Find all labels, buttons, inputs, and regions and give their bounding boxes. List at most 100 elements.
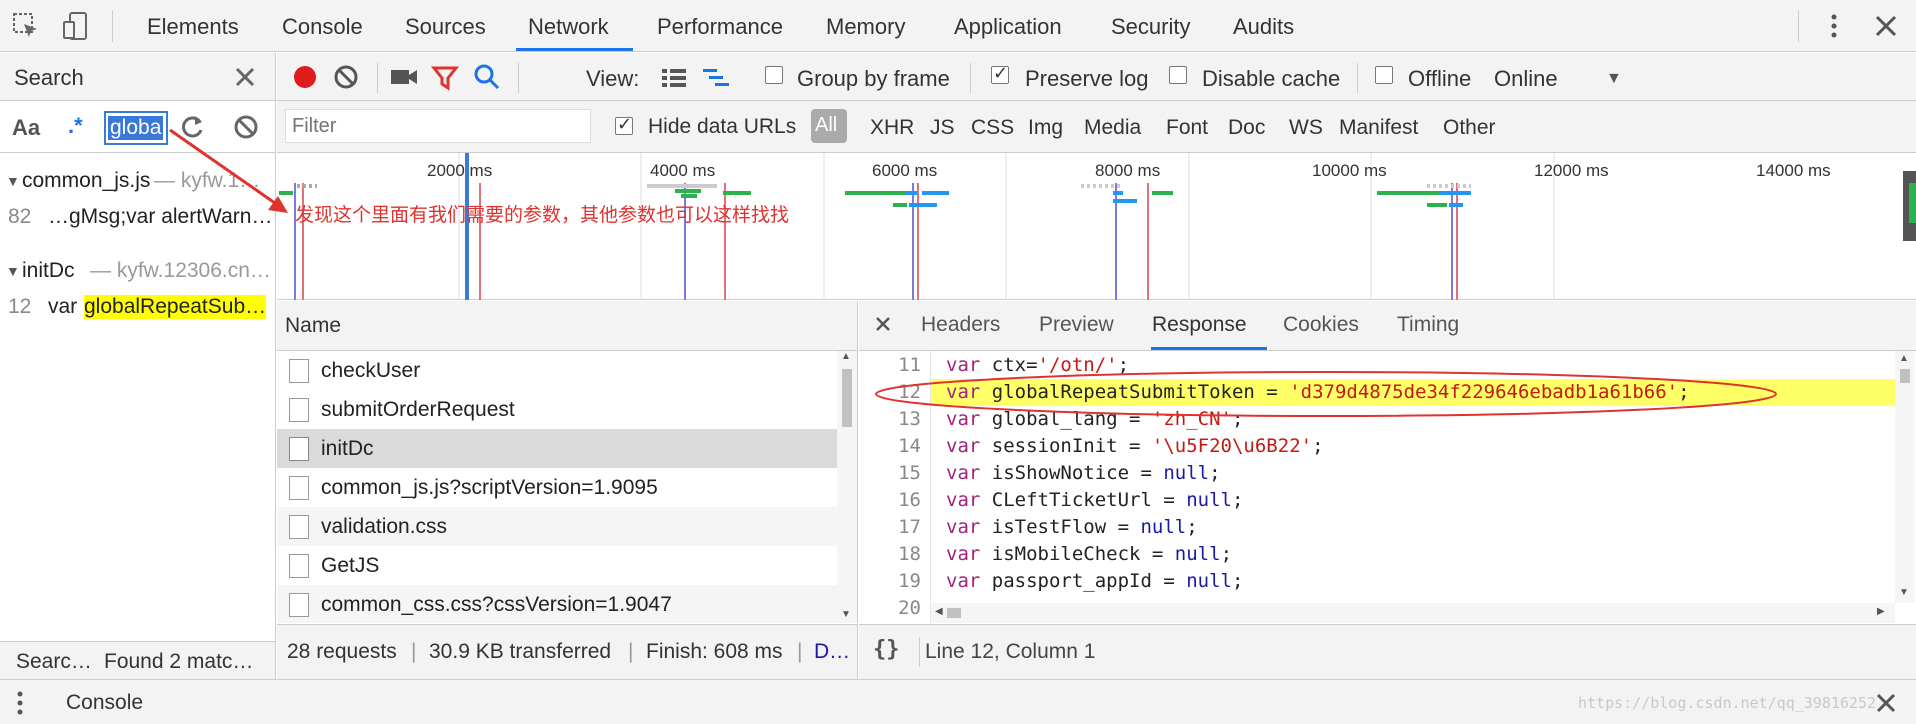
disable-cache-checkbox[interactable]	[1169, 66, 1187, 84]
expand-triangle-icon[interactable]: ▼	[6, 173, 20, 189]
code-terminator: ;	[1312, 435, 1324, 457]
search-result-line[interactable]: 82 …gMsg;var alertWarn…	[0, 205, 276, 235]
search-icon[interactable]	[473, 63, 501, 91]
search-result-file[interactable]: ▼ common_js.js — kyfw.1…	[0, 169, 276, 199]
timeline-tick: 6000 ms	[872, 161, 938, 180]
filter-type-all[interactable]: All	[811, 109, 847, 143]
preserve-log-checkbox[interactable]	[991, 63, 1009, 84]
devtools-tab-bar: Elements Console Sources Network Perform…	[0, 0, 1916, 52]
request-row[interactable]: checkUser	[277, 351, 837, 390]
clear-search-icon[interactable]	[232, 113, 260, 141]
large-rows-icon[interactable]	[660, 65, 688, 91]
match-case-button[interactable]: Aa	[12, 115, 40, 141]
code-text: var globalRepeatSubmitToken = 'd379d4875…	[946, 381, 1690, 403]
tab-application[interactable]: Application	[954, 14, 1062, 40]
hide-data-urls-checkbox[interactable]	[615, 114, 633, 135]
capture-screenshots-icon[interactable]	[389, 64, 419, 90]
group-by-frame-checkbox[interactable]	[765, 66, 783, 84]
request-list-scrollbar[interactable]: ▲ ▼	[837, 351, 857, 623]
tab-timing[interactable]: Timing	[1397, 313, 1459, 337]
tab-sources[interactable]: Sources	[405, 14, 486, 40]
filter-icon[interactable]	[431, 64, 459, 92]
request-row[interactable]: common_js.js?scriptVersion=1.9095	[277, 468, 837, 507]
scrollbar-thumb[interactable]	[842, 369, 852, 427]
horizontal-scrollbar[interactable]: ◀ ▶	[931, 603, 1895, 623]
scroll-up-arrow-icon[interactable]: ▲	[1899, 353, 1909, 364]
code-line: 15 var isShowNotice = null;	[859, 460, 1899, 487]
drawer-tab-console[interactable]: Console	[66, 691, 143, 715]
filter-input[interactable]	[285, 109, 591, 143]
code-keyword: var	[946, 462, 981, 484]
scroll-down-arrow-icon[interactable]: ▼	[1899, 587, 1909, 598]
search-footer-label: Searc…	[16, 650, 92, 673]
close-drawer-icon[interactable]	[1874, 691, 1898, 715]
request-row-selected[interactable]: initDc	[277, 429, 837, 468]
throttling-dropdown-icon[interactable]: ▼	[1606, 70, 1622, 88]
refresh-search-icon[interactable]	[178, 113, 206, 141]
scroll-right-arrow-icon[interactable]: ▶	[1877, 606, 1885, 617]
waterfall-overview-icon[interactable]	[701, 65, 731, 91]
clear-icon[interactable]	[332, 63, 360, 91]
inspect-element-icon[interactable]	[10, 10, 42, 42]
tab-preview[interactable]: Preview	[1039, 313, 1114, 337]
filter-type-xhr[interactable]: XHR	[870, 116, 914, 140]
more-options-icon[interactable]	[1818, 10, 1850, 42]
device-toolbar-icon[interactable]	[60, 10, 92, 42]
response-source-view[interactable]: 11 var ctx='/otn/'; 12 var globalRepeatSubm…	[859, 351, 1916, 624]
pretty-print-icon[interactable]: {}	[873, 637, 900, 662]
line-number: 16	[898, 489, 921, 511]
filter-type-font[interactable]: Font	[1166, 116, 1208, 140]
filter-type-manifest[interactable]: Manifest	[1339, 116, 1418, 140]
close-detail-icon[interactable]	[873, 314, 893, 334]
request-row[interactable]: GetJS	[277, 546, 837, 585]
scroll-left-arrow-icon[interactable]: ◀	[935, 606, 943, 617]
offline-checkbox[interactable]	[1375, 66, 1393, 84]
search-results: ▼ common_js.js — kyfw.1… 82 …gMsg;var al…	[0, 153, 276, 641]
code-terminator: ;	[1220, 543, 1233, 565]
tab-audits[interactable]: Audits	[1233, 14, 1294, 40]
tab-network[interactable]: Network	[528, 14, 609, 40]
drawer-menu-icon[interactable]	[14, 689, 26, 717]
tab-cookies[interactable]: Cookies	[1283, 313, 1359, 337]
tab-response[interactable]: Response	[1152, 313, 1247, 337]
filter-type-css[interactable]: CSS	[971, 116, 1014, 140]
timeline-tick: 2000 ms	[427, 161, 493, 180]
scroll-down-arrow-icon[interactable]: ▼	[841, 609, 851, 620]
hscrollbar-thumb[interactable]	[947, 608, 961, 618]
filter-type-img[interactable]: Img	[1028, 116, 1063, 140]
tab-memory[interactable]: Memory	[826, 14, 905, 40]
tab-headers[interactable]: Headers	[921, 313, 1000, 337]
expand-triangle-icon[interactable]: ▼	[6, 263, 20, 279]
name-column-header[interactable]: Name	[285, 314, 341, 338]
throttling-select[interactable]: Online	[1494, 66, 1558, 92]
transferred-size: 30.9 KB transferred	[429, 640, 612, 663]
vscrollbar-thumb[interactable]	[1900, 369, 1910, 383]
network-toolbar: View: Group by frame Preserve log Disabl…	[277, 53, 1916, 101]
code-terminator: ;	[1186, 516, 1198, 538]
filter-type-ws[interactable]: WS	[1289, 116, 1323, 140]
request-row[interactable]: common_css.css?cssVersion=1.9047	[277, 585, 837, 623]
filter-type-js[interactable]: JS	[930, 116, 955, 140]
tab-performance[interactable]: Performance	[657, 14, 783, 40]
request-row[interactable]: submitOrderRequest	[277, 390, 837, 429]
vertical-scrollbar[interactable]: ▲ ▼	[1895, 351, 1915, 603]
tab-console[interactable]: Console	[282, 14, 363, 40]
filter-type-media[interactable]: Media	[1084, 116, 1141, 140]
regex-button[interactable]: .*	[68, 113, 83, 139]
close-devtools-icon[interactable]	[1870, 10, 1902, 42]
code-value: null	[1186, 489, 1232, 511]
request-list-header[interactable]: Name	[277, 301, 858, 351]
record-icon[interactable]	[291, 63, 319, 91]
search-result-file[interactable]: ▼ initDc — kyfw.12306.cn…	[0, 259, 276, 289]
search-input[interactable]: globa	[104, 111, 168, 145]
scroll-up-arrow-icon[interactable]: ▲	[841, 351, 851, 362]
tab-elements[interactable]: Elements	[147, 14, 239, 40]
request-row[interactable]: validation.css	[277, 507, 837, 546]
code-value: null	[1186, 570, 1232, 592]
close-search-icon[interactable]	[232, 64, 258, 90]
filter-type-doc[interactable]: Doc	[1228, 116, 1265, 140]
tab-security[interactable]: Security	[1111, 14, 1190, 40]
search-result-line[interactable]: 12 var globalRepeatSub…	[0, 295, 276, 325]
code-identifier: ctx=	[980, 354, 1038, 376]
filter-type-other[interactable]: Other	[1443, 116, 1496, 140]
